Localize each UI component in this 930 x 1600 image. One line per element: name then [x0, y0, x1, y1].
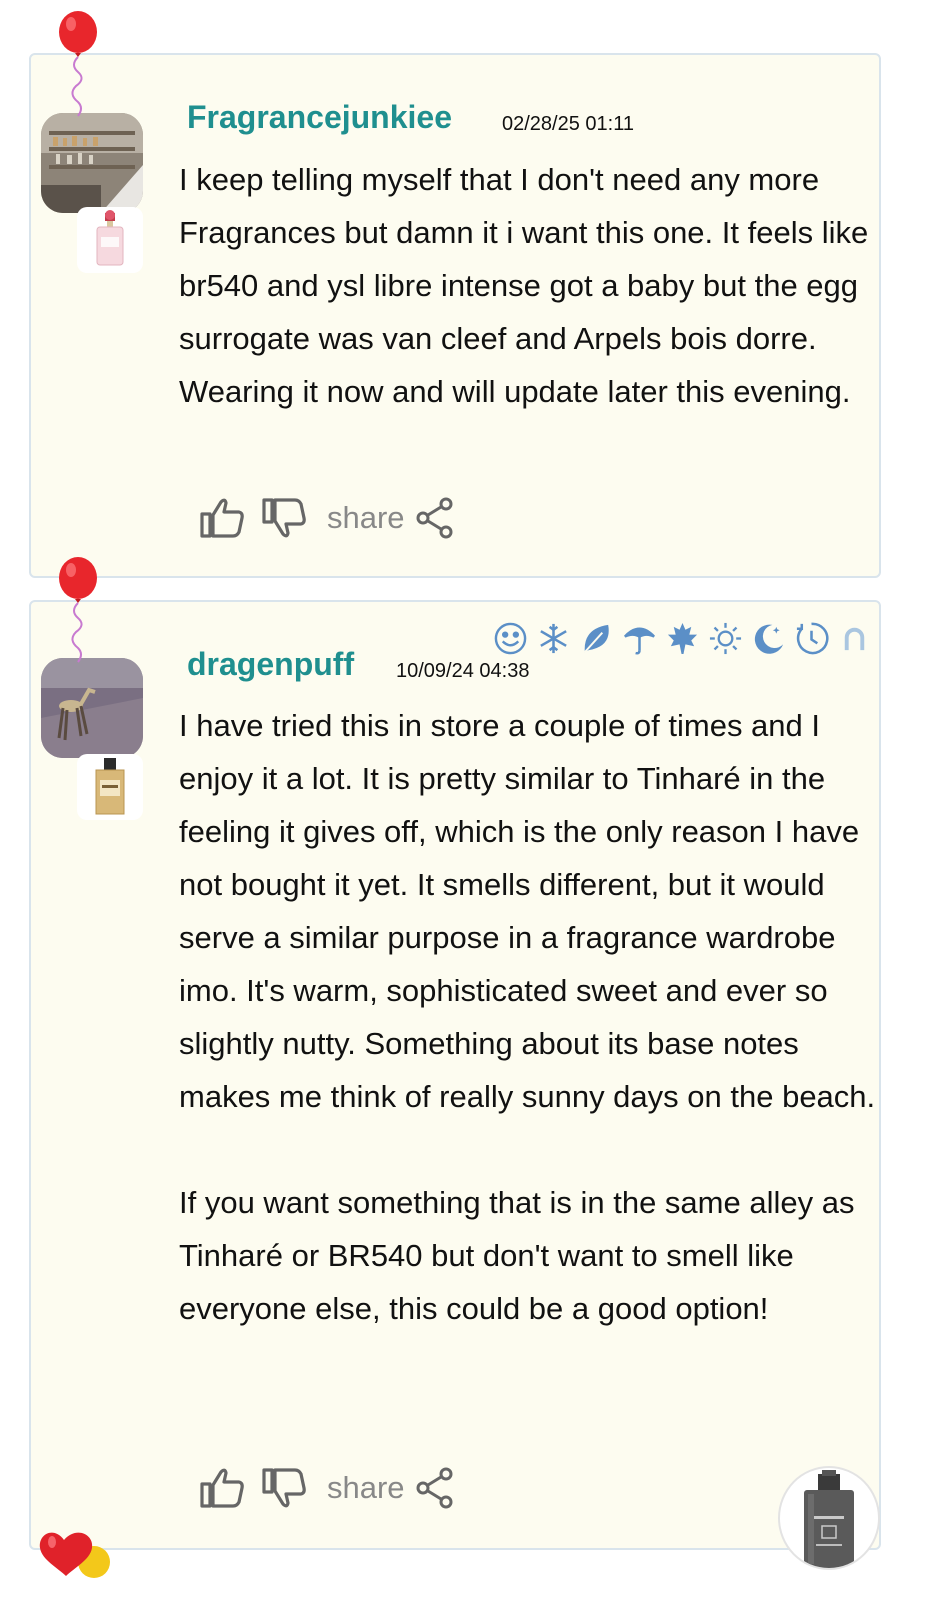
- username-link[interactable]: dragenpuff: [187, 646, 354, 683]
- review-card: Fragrancejunkiee 02/28/25 01:11 I keep t…: [29, 53, 881, 578]
- review-paragraph: If you want something that is in the sam…: [179, 1185, 855, 1326]
- user-avatar[interactable]: [41, 658, 143, 758]
- leaf-icon: [584, 624, 609, 653]
- share-icon[interactable]: [415, 1466, 455, 1510]
- umbrella-icon: [623, 627, 656, 655]
- thumbs-down-icon[interactable]: [261, 494, 309, 542]
- product-bottle-button[interactable]: [778, 1466, 880, 1570]
- share-button[interactable]: share: [327, 1470, 405, 1506]
- review-paragraph: I keep telling myself that I don't need …: [179, 162, 869, 409]
- perfume-thumbnail[interactable]: [77, 207, 143, 273]
- heart-balloons-icon: [39, 1532, 110, 1578]
- share-button[interactable]: share: [327, 500, 405, 536]
- thumbs-up-icon[interactable]: [199, 1464, 247, 1512]
- smiley-icon: [494, 622, 527, 654]
- clock-icon: [796, 622, 829, 654]
- sun-icon: [709, 622, 742, 654]
- thumbs-up-icon[interactable]: [199, 494, 247, 542]
- user-avatar[interactable]: [41, 113, 143, 213]
- review-actions: share: [199, 493, 455, 543]
- review-actions: share: [199, 1463, 455, 1513]
- balloon-icon: [59, 557, 97, 663]
- review-body: I have tried this in store a couple of t…: [179, 699, 879, 1335]
- horseshoe-icon: [844, 627, 865, 650]
- moon-icon: [754, 624, 784, 654]
- review-date: 02/28/25 01:11: [502, 113, 634, 135]
- balloon-icon: [59, 11, 97, 117]
- share-icon[interactable]: [415, 496, 455, 540]
- review-date: 10/09/24 04:38: [396, 660, 530, 682]
- review-body: I keep telling myself that I don't need …: [179, 153, 879, 418]
- review-paragraph: I have tried this in store a couple of t…: [179, 708, 876, 1114]
- season-occasion-icons: [493, 618, 880, 658]
- review-card: dragenpuff 10/09/24 04:38 I have tried t…: [29, 600, 881, 1550]
- maple-leaf-icon: [667, 622, 698, 654]
- snowflake-icon: [540, 623, 567, 653]
- perfume-thumbnail[interactable]: [77, 754, 143, 820]
- thumbs-down-icon[interactable]: [261, 1464, 309, 1512]
- username-link[interactable]: Fragrancejunkiee: [187, 99, 452, 136]
